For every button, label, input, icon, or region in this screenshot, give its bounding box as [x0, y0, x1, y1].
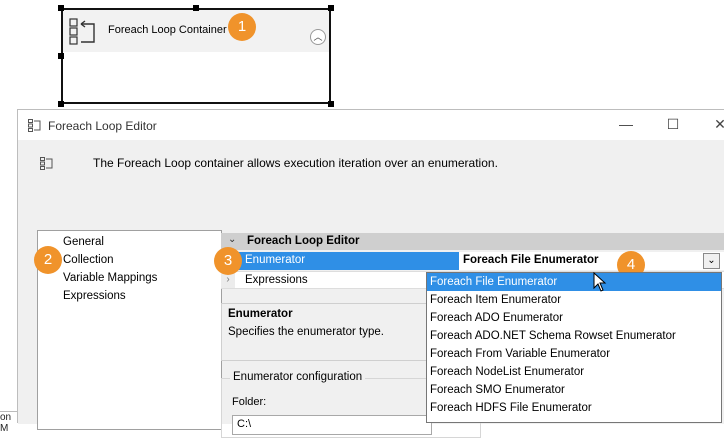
dropdown-option[interactable]: Foreach ADO.NET Schema Rowset Enumerator: [427, 327, 721, 345]
enumerator-dropdown-list: Foreach File Enumerator Foreach Item Enu…: [426, 272, 722, 423]
enumerator-label-cell: Enumerator: [235, 252, 459, 270]
editor-icon: [40, 157, 54, 173]
dropdown-option[interactable]: Foreach From Variable Enumerator: [427, 345, 721, 363]
background-fragment-text: on M: [0, 411, 17, 434]
dropdown-option[interactable]: Foreach Item Enumerator: [427, 291, 721, 309]
window-icon: [28, 119, 42, 135]
title-bar: Foreach Loop Editor — ☐ ✕: [18, 110, 724, 140]
folder-label: Folder:: [232, 396, 267, 408]
resize-handle-l[interactable]: [58, 53, 64, 59]
mouse-cursor-icon: [593, 271, 607, 295]
dropdown-option[interactable]: Foreach ADO Enumerator: [427, 309, 721, 327]
nav-item-variable-mappings[interactable]: Variable Mappings: [63, 272, 157, 284]
folder-input[interactable]: C:\: [232, 415, 432, 435]
chevron-up-icon[interactable]: ︿: [310, 29, 326, 45]
dropdown-option[interactable]: Foreach NodeList Enumerator: [427, 363, 721, 381]
resize-handle-tl[interactable]: [58, 5, 64, 11]
foreach-loop-container-node[interactable]: Foreach Loop Container ︿: [61, 8, 331, 104]
resize-handle-tr[interactable]: [328, 5, 334, 11]
resize-handle-bl[interactable]: [58, 101, 64, 107]
property-grid-title: Foreach Loop Editor: [247, 235, 360, 247]
enumerator-value[interactable]: Foreach File Enumerator: [463, 254, 598, 266]
expressions-label: Expressions: [245, 274, 308, 286]
minimize-icon[interactable]: —: [614, 116, 638, 132]
property-grid-header: ⌄ Foreach Loop Editor: [221, 233, 724, 250]
callout-2: 2: [34, 246, 62, 274]
config-group-label: Enumerator configuration: [230, 371, 366, 383]
maximize-icon[interactable]: ☐: [661, 116, 685, 133]
info-description: Specifies the enumerator type.: [228, 326, 384, 338]
enumerator-label: Enumerator: [245, 254, 306, 266]
dropdown-option[interactable]: Foreach HDFS File Enumerator: [427, 399, 721, 417]
editor-description: The Foreach Loop container allows execut…: [93, 156, 498, 170]
editor-nav-panel: General Collection Variable Mappings Exp…: [37, 230, 222, 430]
nav-item-general[interactable]: General: [63, 236, 104, 248]
window-title: Foreach Loop Editor: [48, 119, 157, 133]
nav-item-collection[interactable]: Collection: [63, 254, 114, 266]
nav-item-expressions[interactable]: Expressions: [63, 290, 126, 302]
callout-1: 1: [228, 13, 256, 41]
enumerator-row[interactable]: Enumerator Foreach File Enumerator ⌄: [221, 252, 724, 270]
close-icon[interactable]: ✕: [708, 116, 724, 133]
property-info-box: Enumerator Specifies the enumerator type…: [221, 303, 431, 361]
callout-3: 3: [214, 247, 242, 275]
info-title: Enumerator: [228, 308, 293, 320]
dropdown-arrow-icon[interactable]: ⌄: [703, 253, 720, 269]
resize-handle-br[interactable]: [328, 101, 334, 107]
container-title: Foreach Loop Container: [108, 24, 227, 36]
loop-container-icon: [68, 16, 98, 49]
dropdown-option[interactable]: Foreach SMO Enumerator: [427, 381, 721, 399]
dropdown-option[interactable]: Foreach File Enumerator: [427, 273, 721, 291]
chevron-down-icon[interactable]: ⌄: [228, 234, 236, 245]
resize-handle-t[interactable]: [193, 5, 199, 11]
